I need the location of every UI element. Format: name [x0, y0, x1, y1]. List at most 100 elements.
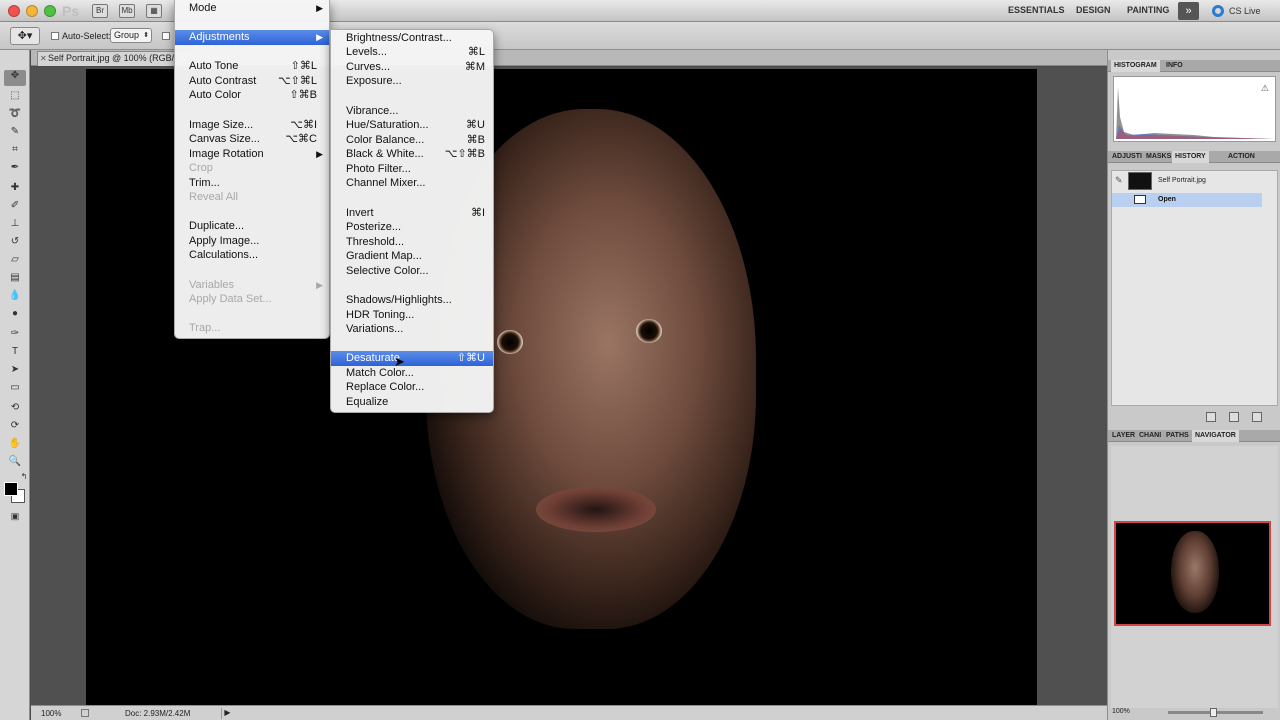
- menu-item-mode[interactable]: Mode ▶: [175, 1, 329, 16]
- menu-item-posterize[interactable]: Posterize...: [331, 220, 493, 235]
- auto-select-mode-dropdown[interactable]: Group ⬍: [110, 28, 152, 43]
- show-transform-controls-checkbox[interactable]: [162, 32, 170, 40]
- menu-item-threshold[interactable]: Threshold...: [331, 235, 493, 250]
- menu-item-selective-color[interactable]: Selective Color...: [331, 264, 493, 279]
- marquee-tool-icon[interactable]: ⬚: [8, 90, 22, 102]
- tab-paths[interactable]: PATHS: [1166, 432, 1189, 439]
- menu-item-desaturate[interactable]: Desaturate ⇧⌘U: [331, 351, 493, 366]
- dodge-tool-icon[interactable]: ●: [8, 308, 22, 320]
- menu-item-exposure[interactable]: Exposure...: [331, 74, 493, 89]
- navigator-zoom-slider-knob[interactable]: [1210, 708, 1217, 717]
- tab-actions[interactable]: ACTION: [1228, 153, 1255, 160]
- minimize-window-button[interactable]: [26, 5, 38, 17]
- mini-bridge-icon[interactable]: Mb: [119, 4, 135, 18]
- history-snapshot-row[interactable]: ✎ Self Portrait.jpg: [1112, 171, 1277, 191]
- cs-live-icon[interactable]: [1212, 5, 1224, 17]
- tab-layers[interactable]: LAYER: [1112, 432, 1135, 439]
- new-snapshot-icon[interactable]: [1229, 412, 1239, 422]
- shape-tool-icon[interactable]: ▭: [8, 382, 22, 394]
- menu-item-equalize[interactable]: Equalize: [331, 395, 493, 410]
- zoom-tool-icon[interactable]: 🔍: [8, 456, 22, 468]
- menu-item-hdr-toning[interactable]: HDR Toning...: [331, 308, 493, 323]
- menu-item-photo-filter[interactable]: Photo Filter...: [331, 162, 493, 177]
- tool-preset-picker[interactable]: ✥▾: [10, 27, 40, 45]
- crop-tool-icon[interactable]: ⌗: [8, 144, 22, 156]
- menu-item-auto-contrast[interactable]: Auto Contrast ⌥⇧⌘L: [175, 74, 329, 89]
- menu-item-shadows-highlights[interactable]: Shadows/Highlights...: [331, 293, 493, 308]
- menu-item-gradient-map[interactable]: Gradient Map...: [331, 249, 493, 264]
- hand-tool-icon[interactable]: ✋: [8, 438, 22, 450]
- menu-item-black-white[interactable]: Black & White... ⌥⇧⌘B: [331, 147, 493, 162]
- history-brush-tool-icon[interactable]: ↺: [8, 236, 22, 248]
- navigator-zoom-slider[interactable]: [1168, 708, 1263, 717]
- workspace-design[interactable]: DESIGN: [1076, 5, 1111, 15]
- menu-item-auto-tone[interactable]: Auto Tone ⇧⌘L: [175, 59, 329, 74]
- document-tab[interactable]: ✕ Self Portrait.jpg @ 100% (RGB/8: [37, 51, 189, 66]
- quick-mask-icon[interactable]: ▣: [8, 510, 22, 522]
- tab-masks[interactable]: MASKS: [1146, 153, 1171, 160]
- 3d-rotate-tool-icon[interactable]: ⟲: [8, 402, 22, 414]
- cache-warning-icon[interactable]: ⚠: [1261, 83, 1269, 94]
- menu-item-match-color[interactable]: Match Color...: [331, 366, 493, 381]
- history-brush-source-icon[interactable]: ✎: [1115, 175, 1123, 186]
- move-tool-icon[interactable]: ✥: [4, 70, 26, 86]
- menu-item-image-rotation[interactable]: Image Rotation ▶: [175, 147, 329, 162]
- new-document-from-state-icon[interactable]: [1206, 412, 1216, 422]
- quick-selection-tool-icon[interactable]: ✎: [8, 126, 22, 138]
- tab-adjustments[interactable]: ADJUSTI: [1112, 153, 1142, 160]
- menu-item-hue-saturation[interactable]: Hue/Saturation... ⌘U: [331, 118, 493, 133]
- more-workspaces-button[interactable]: »: [1178, 2, 1199, 20]
- menu-item-apply-image[interactable]: Apply Image...: [175, 234, 329, 249]
- swap-colors-icon[interactable]: ↰: [17, 471, 31, 483]
- tab-info[interactable]: INFO: [1166, 62, 1183, 69]
- menu-item-calculations[interactable]: Calculations...: [175, 248, 329, 263]
- menu-item-canvas-size[interactable]: Canvas Size... ⌥⌘C: [175, 132, 329, 147]
- menu-item-variations[interactable]: Variations...: [331, 322, 493, 337]
- healing-brush-tool-icon[interactable]: ✚: [8, 182, 22, 194]
- cs-live-menu[interactable]: CS Live: [1229, 6, 1261, 16]
- workspace-essentials[interactable]: ESSENTIALS: [1008, 5, 1065, 15]
- menu-item-curves[interactable]: Curves... ⌘M: [331, 60, 493, 75]
- menu-item-replace-color[interactable]: Replace Color...: [331, 380, 493, 395]
- menu-item-levels[interactable]: Levels... ⌘L: [331, 45, 493, 60]
- foreground-color-swatch[interactable]: [4, 482, 18, 496]
- view-extras-icon[interactable]: ▦: [146, 4, 162, 18]
- menu-item-channel-mixer[interactable]: Channel Mixer...: [331, 176, 493, 191]
- navigator-thumbnail[interactable]: [1114, 521, 1271, 626]
- tab-channels[interactable]: CHANI: [1139, 432, 1161, 439]
- auto-select-checkbox[interactable]: [51, 32, 59, 40]
- menu-item-duplicate[interactable]: Duplicate...: [175, 219, 329, 234]
- type-tool-icon[interactable]: T: [8, 346, 22, 358]
- zoom-level-field[interactable]: 100%: [41, 709, 61, 718]
- 3d-orbit-tool-icon[interactable]: ⟳: [8, 420, 22, 432]
- menu-item-image-size[interactable]: Image Size... ⌥⌘I: [175, 118, 329, 133]
- gradient-tool-icon[interactable]: ▤: [8, 272, 22, 284]
- menu-item-brightness-contrast[interactable]: Brightness/Contrast...: [331, 31, 493, 46]
- status-menu-arrow-icon[interactable]: ▶: [221, 708, 233, 719]
- menu-item-auto-color[interactable]: Auto Color ⇧⌘B: [175, 88, 329, 103]
- brush-tool-icon[interactable]: ✐: [8, 200, 22, 212]
- path-selection-tool-icon[interactable]: ➤: [8, 364, 22, 376]
- menu-item-color-balance[interactable]: Color Balance... ⌘B: [331, 133, 493, 148]
- zoom-window-button[interactable]: [44, 5, 56, 17]
- workspace-painting[interactable]: PAINTING: [1127, 5, 1169, 15]
- close-window-button[interactable]: [8, 5, 20, 17]
- bridge-icon[interactable]: Br: [92, 4, 108, 18]
- menu-item-vibrance[interactable]: Vibrance...: [331, 104, 493, 119]
- navigator-zoom-field[interactable]: 100%: [1112, 708, 1130, 715]
- close-tab-icon[interactable]: ✕: [40, 52, 47, 65]
- tab-history[interactable]: HISTORY: [1172, 151, 1209, 163]
- eyedropper-tool-icon[interactable]: ✒: [8, 162, 22, 174]
- pen-tool-icon[interactable]: ✑: [8, 328, 22, 340]
- history-state-open[interactable]: Open: [1112, 193, 1262, 207]
- blur-tool-icon[interactable]: 💧: [8, 290, 22, 302]
- menu-item-adjustments[interactable]: Adjustments ▶: [175, 30, 329, 45]
- clone-stamp-tool-icon[interactable]: ⊥: [8, 218, 22, 230]
- eraser-tool-icon[interactable]: ▱: [8, 254, 22, 266]
- menu-item-invert[interactable]: Invert ⌘I: [331, 206, 493, 221]
- tab-navigator[interactable]: NAVIGATOR: [1192, 430, 1239, 442]
- status-preview-icon[interactable]: [81, 709, 89, 717]
- tab-histogram[interactable]: HISTOGRAM: [1111, 60, 1160, 72]
- delete-state-icon[interactable]: [1252, 412, 1262, 422]
- menu-item-trim[interactable]: Trim...: [175, 176, 329, 191]
